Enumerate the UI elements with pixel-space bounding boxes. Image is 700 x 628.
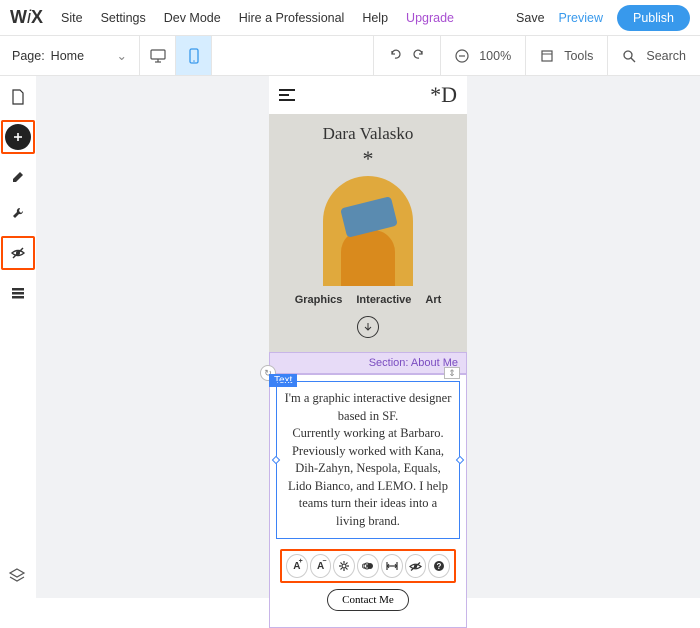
hero-image <box>323 176 413 286</box>
help-icon: ? <box>433 560 445 572</box>
hero-nav-graphics[interactable]: Graphics <box>295 294 343 306</box>
mobile-preview: *D Dara Valasko * Graphics Interactive A… <box>269 76 467 598</box>
stretch-icon <box>386 561 398 571</box>
page-icon <box>11 89 25 105</box>
rail-add-highlight <box>1 120 35 154</box>
wrench-icon <box>11 206 25 220</box>
search-icon <box>622 49 636 63</box>
menu-site[interactable]: Site <box>61 11 83 25</box>
hide-icon <box>10 246 26 260</box>
undo-redo-group <box>373 36 440 75</box>
site-logo[interactable]: *D <box>430 82 457 108</box>
menu-upgrade[interactable]: Upgrade <box>406 11 454 25</box>
page-name: Home <box>51 49 84 63</box>
arrow-down-icon <box>363 322 373 332</box>
desktop-icon <box>150 49 166 63</box>
menu-settings[interactable]: Settings <box>101 11 146 25</box>
search-label: Search <box>646 49 686 63</box>
menu-hire[interactable]: Hire a Professional <box>239 11 345 25</box>
animation-icon <box>362 560 374 572</box>
portrait-figure <box>333 196 403 286</box>
rail-sections-button[interactable] <box>5 280 31 306</box>
page-label: Page: <box>12 49 45 63</box>
section-label[interactable]: Section: About Me <box>269 352 467 374</box>
animation-button[interactable] <box>357 554 379 578</box>
rail-design-button[interactable] <box>5 164 31 190</box>
edit-icon <box>11 170 25 184</box>
toolbar-secondary: Page: Home ⌄ 100% Tools Search <box>0 36 700 76</box>
svg-text:?: ? <box>437 562 442 571</box>
page-selector[interactable]: Page: Home ⌄ <box>0 36 140 75</box>
hero-nav: Graphics Interactive Art <box>275 294 461 306</box>
zoom-value: 100% <box>479 49 511 63</box>
section-icon <box>11 287 25 299</box>
settings-button[interactable] <box>333 554 355 578</box>
wix-logo: WiX <box>10 7 43 28</box>
resize-handle-left[interactable] <box>272 456 280 464</box>
main-menu: Site Settings Dev Mode Hire a Profession… <box>61 11 454 25</box>
minus-circle-icon <box>455 49 469 63</box>
rail-hide-button[interactable] <box>5 240 31 266</box>
menu-devmode[interactable]: Dev Mode <box>164 11 221 25</box>
eye-off-icon <box>409 561 422 572</box>
topbar-right: Save Preview Publish <box>516 5 690 31</box>
help-button[interactable]: ? <box>428 554 450 578</box>
rail-hide-highlight <box>1 236 35 270</box>
redo-icon <box>412 47 426 61</box>
toolbar-right-group: 100% Tools Search <box>373 36 700 75</box>
hamburger-icon[interactable] <box>279 89 295 101</box>
about-section[interactable]: ↻ ⇕ Text I'm a graphic interactive desig… <box>269 374 467 628</box>
mobile-view-button[interactable] <box>176 36 212 75</box>
layers-button[interactable] <box>8 567 26 588</box>
undo-icon <box>388 47 402 61</box>
save-button[interactable]: Save <box>516 11 545 25</box>
hero-name: Dara Valasko <box>275 124 461 144</box>
search-group[interactable]: Search <box>607 36 700 75</box>
topbar: WiX Site Settings Dev Mode Hire a Profes… <box>0 0 700 36</box>
text-element-selected[interactable]: I'm a graphic interactive designer based… <box>276 381 460 539</box>
rail-settings-button[interactable] <box>5 200 31 226</box>
left-rail <box>0 76 36 306</box>
publish-button[interactable]: Publish <box>617 5 690 31</box>
contact-button[interactable]: Contact Me <box>327 589 409 611</box>
menu-help[interactable]: Help <box>362 11 388 25</box>
font-decrease-button[interactable]: A− <box>310 554 332 578</box>
layers-icon <box>8 567 26 585</box>
desktop-view-button[interactable] <box>140 36 176 75</box>
hero-nav-interactive[interactable]: Interactive <box>356 294 411 306</box>
mobile-icon <box>189 48 199 64</box>
device-switcher <box>140 36 212 75</box>
scroll-down-button[interactable] <box>357 316 379 338</box>
tools-group[interactable]: Tools <box>525 36 607 75</box>
tools-label: Tools <box>564 49 593 63</box>
about-text: I'm a graphic interactive designer based… <box>285 391 452 528</box>
resize-handle-right[interactable] <box>456 456 464 464</box>
hero-section[interactable]: Dara Valasko * Graphics Interactive Art <box>269 114 467 352</box>
stretch-button[interactable] <box>381 554 403 578</box>
rail-pages-button[interactable] <box>5 84 31 110</box>
tools-icon <box>540 49 554 63</box>
hero-nav-art[interactable]: Art <box>425 294 441 306</box>
zoom-group[interactable]: 100% <box>440 36 525 75</box>
chevron-down-icon: ⌄ <box>117 48 127 63</box>
font-increase-button[interactable]: A+ <box>286 554 308 578</box>
undo-button[interactable] <box>388 47 402 64</box>
drag-handle[interactable]: ⇕ <box>444 367 460 379</box>
preview-button[interactable]: Preview <box>559 11 603 25</box>
text-floating-toolbar: A+ A− ? <box>280 549 456 583</box>
rail-add-button[interactable] <box>5 124 31 150</box>
plus-icon <box>12 131 24 143</box>
hide-element-button[interactable] <box>405 554 427 578</box>
hero-star-icon: * <box>275 146 461 172</box>
site-header: *D <box>269 76 467 114</box>
gear-icon <box>338 560 350 572</box>
redo-button[interactable] <box>412 47 426 64</box>
canvas[interactable]: *D Dara Valasko * Graphics Interactive A… <box>36 76 700 598</box>
